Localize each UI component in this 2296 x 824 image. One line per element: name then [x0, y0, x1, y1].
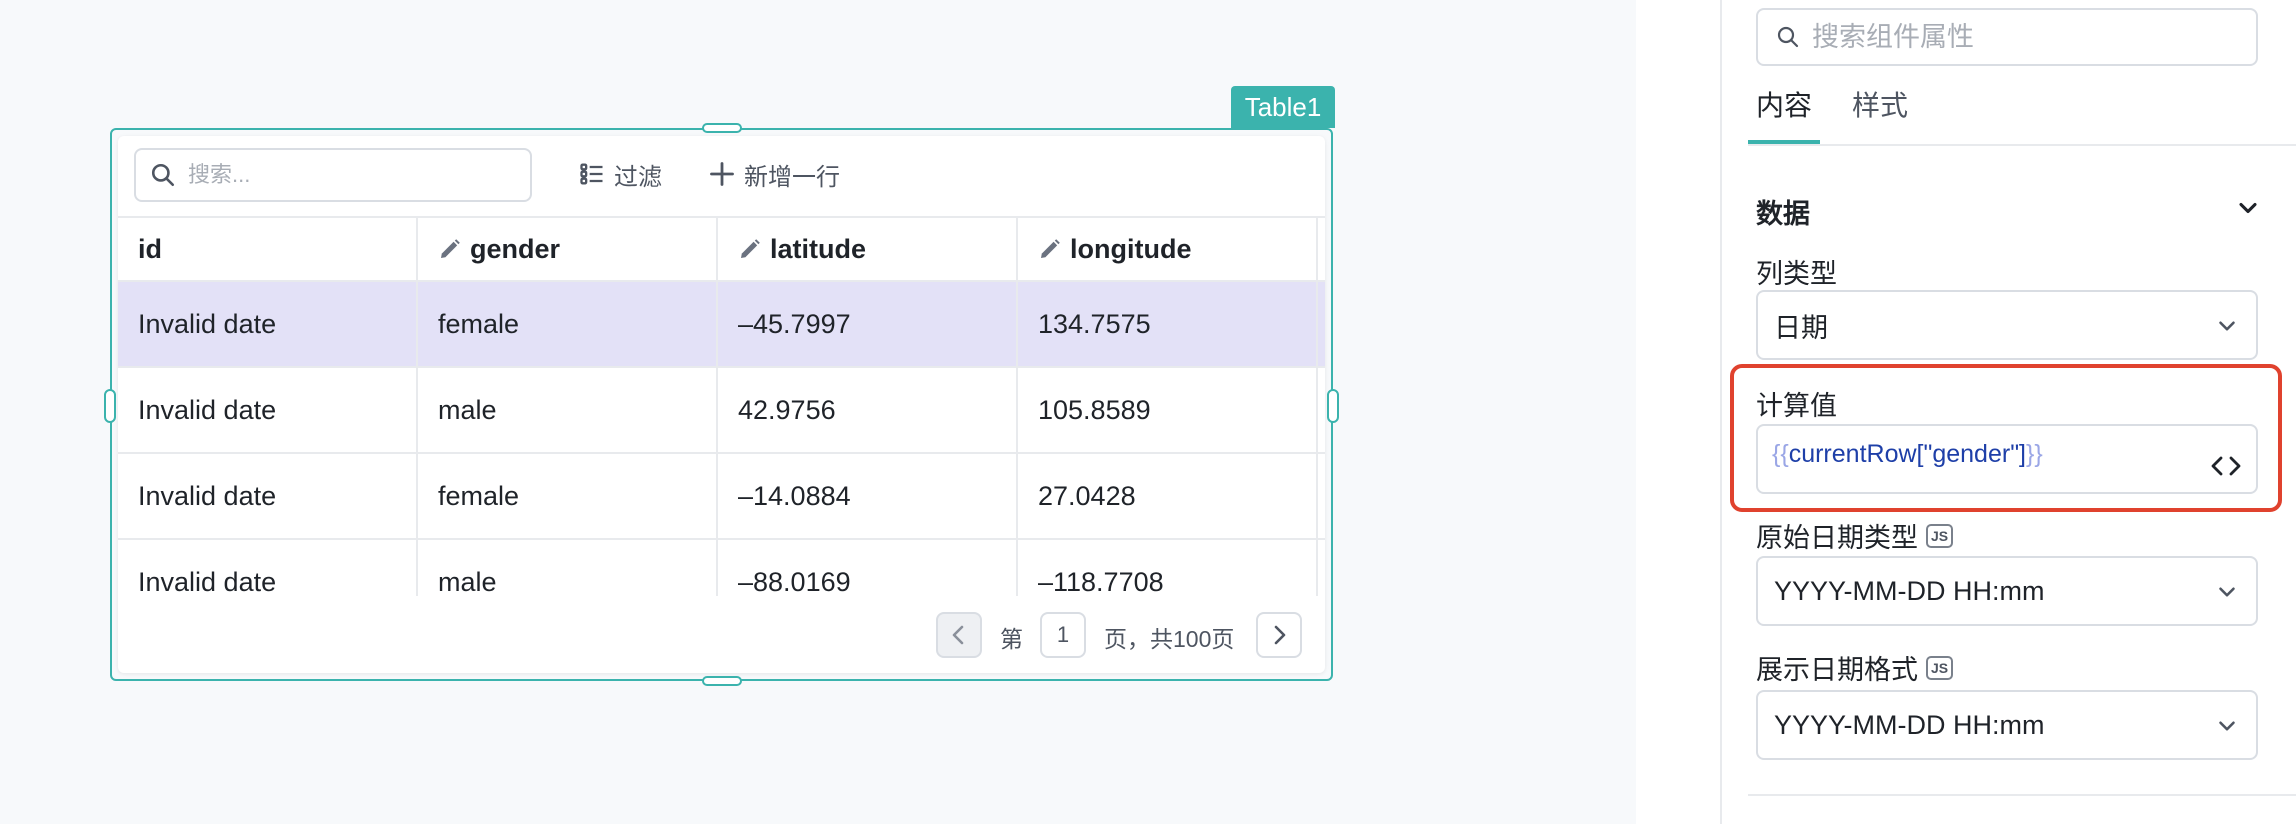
table-header-row: id gender latitude longitude — [118, 218, 1325, 282]
chevron-down-icon — [2219, 321, 2235, 331]
table-row[interactable]: Invalid date male –88.0169 –118.7708 — [118, 540, 1325, 596]
resize-handle-bottom[interactable] — [702, 676, 742, 686]
add-row-button[interactable]: 新增一行 — [708, 154, 840, 194]
js-badge[interactable]: JS — [1926, 655, 1954, 680]
column-header-gender[interactable]: gender — [418, 218, 718, 280]
property-search-input[interactable] — [1812, 21, 2232, 53]
chevron-right-icon — [1274, 625, 1286, 645]
plus-icon — [710, 162, 734, 186]
column-header-latitude[interactable]: latitude — [718, 218, 1018, 280]
page-prefix-label: 第 — [1000, 626, 1023, 652]
table-cell[interactable]: Invalid date — [118, 454, 418, 538]
code-expression: currentRow["gender"] — [1788, 440, 2027, 468]
table-cell-overflow — [1318, 454, 1325, 538]
pencil-icon — [1041, 239, 1060, 258]
prev-page-button[interactable] — [936, 612, 982, 658]
table-cell[interactable]: female — [418, 282, 718, 366]
chevron-down-icon[interactable] — [2234, 194, 2262, 222]
table-cell[interactable]: –14.0884 — [718, 454, 1018, 538]
table-cell[interactable]: 105.8589 — [1018, 368, 1318, 452]
component-name-tag[interactable]: Table1 — [1231, 86, 1335, 128]
table-cell[interactable]: 134.7575 — [1018, 282, 1318, 366]
pagination: 第 页，共100页 — [118, 596, 1325, 673]
section-title-data[interactable]: 数据 — [1756, 192, 1810, 231]
chevron-left-icon — [952, 625, 964, 645]
display-date-format-select[interactable]: YYYY-MM-DD HH:mm — [1756, 690, 2258, 760]
table-row[interactable]: Invalid date male 42.9756 105.8589 — [118, 368, 1325, 454]
page-number-input[interactable] — [1040, 612, 1086, 658]
table-cell-overflow — [1318, 282, 1325, 366]
table-cell-overflow — [1318, 540, 1325, 596]
tab-content[interactable]: 内容 — [1756, 84, 1812, 124]
column-type-label: 列类型 — [1756, 252, 1837, 291]
column-header-longitude[interactable]: longitude — [1018, 218, 1318, 280]
table-cell[interactable]: female — [418, 454, 718, 538]
panel-divider — [1748, 794, 2296, 796]
property-panel: 内容 样式 数据 列类型 日期 计算值 {{currentRow["gender… — [1720, 0, 2296, 824]
js-badge[interactable]: JS — [1926, 523, 1954, 548]
column-header-label: latitude — [770, 233, 867, 264]
table-cell[interactable]: –118.7708 — [1018, 540, 1318, 596]
table-search-box[interactable] — [134, 148, 532, 202]
chevron-down-icon — [2219, 721, 2235, 731]
table-grid: id gender latitude longitude Invalid dat… — [118, 216, 1325, 596]
table-search-input[interactable] — [188, 162, 508, 188]
filter-label: 过滤 — [614, 163, 662, 191]
table-cell[interactable]: male — [418, 540, 718, 596]
table-cell[interactable]: 42.9756 — [718, 368, 1018, 452]
page-total-label: 页，共100页 — [1104, 626, 1235, 652]
display-date-format-label: 展示日期格式 JS — [1756, 648, 1954, 687]
code-brace-open: {{ — [1772, 440, 1789, 468]
tab-style[interactable]: 样式 — [1852, 84, 1908, 124]
canvas-gutter — [1636, 0, 1720, 824]
search-icon — [1777, 26, 1799, 48]
source-date-type-label-text: 原始日期类型 — [1756, 523, 1918, 553]
property-search-box[interactable] — [1756, 8, 2258, 66]
pencil-icon — [441, 239, 460, 258]
table-row[interactable]: Invalid date female –14.0884 27.0428 — [118, 454, 1325, 540]
source-date-type-label: 原始日期类型 JS — [1756, 516, 1954, 555]
table-component[interactable]: 过滤 新增一行 id gender latitude longitude — [118, 136, 1325, 673]
search-icon — [151, 163, 175, 187]
column-header-id[interactable]: id — [118, 218, 418, 280]
code-brace-close: }} — [2026, 440, 2043, 468]
column-header-label: gender — [470, 233, 561, 264]
code-brackets-icon[interactable] — [2210, 454, 2242, 478]
table-cell[interactable]: 27.0428 — [1018, 454, 1318, 538]
display-date-format-value: YYYY-MM-DD HH:mm — [1774, 709, 2045, 740]
pencil-icon — [741, 239, 760, 258]
table-cell[interactable]: male — [418, 368, 718, 452]
column-header-overflow — [1318, 218, 1325, 280]
table-cell[interactable]: –88.0169 — [718, 540, 1018, 596]
resize-handle-left[interactable] — [104, 389, 116, 423]
filter-icon — [580, 163, 603, 185]
next-page-button[interactable] — [1256, 612, 1302, 658]
filter-button[interactable]: 过滤 — [578, 154, 662, 194]
source-date-type-select[interactable]: YYYY-MM-DD HH:mm — [1756, 556, 2258, 626]
column-type-value: 日期 — [1774, 312, 1828, 343]
table-toolbar: 过滤 新增一行 — [118, 136, 1325, 216]
resize-handle-right[interactable] — [1327, 389, 1339, 423]
chevron-down-icon — [2219, 587, 2235, 597]
computed-value-code-input[interactable]: {{currentRow["gender"]}} — [1756, 424, 2258, 494]
table-cell[interactable]: Invalid date — [118, 540, 418, 596]
tabs-divider — [1748, 144, 2296, 146]
resize-handle-top[interactable] — [702, 123, 742, 133]
table-cell-overflow — [1318, 368, 1325, 452]
table-cell[interactable]: Invalid date — [118, 368, 418, 452]
column-header-label: id — [138, 233, 162, 264]
computed-value-label: 计算值 — [1756, 384, 1837, 423]
add-row-label: 新增一行 — [744, 163, 840, 191]
display-date-format-label-text: 展示日期格式 — [1756, 655, 1918, 685]
column-header-label: longitude — [1070, 233, 1192, 264]
source-date-type-value: YYYY-MM-DD HH:mm — [1774, 575, 2045, 606]
column-type-label-text: 列类型 — [1756, 259, 1837, 289]
table-row[interactable]: Invalid date female –45.7997 134.7575 — [118, 282, 1325, 368]
computed-value-label-text: 计算值 — [1756, 391, 1837, 421]
column-type-select[interactable]: 日期 — [1756, 290, 2258, 360]
table-cell[interactable]: –45.7997 — [718, 282, 1018, 366]
table-cell[interactable]: Invalid date — [118, 282, 418, 366]
